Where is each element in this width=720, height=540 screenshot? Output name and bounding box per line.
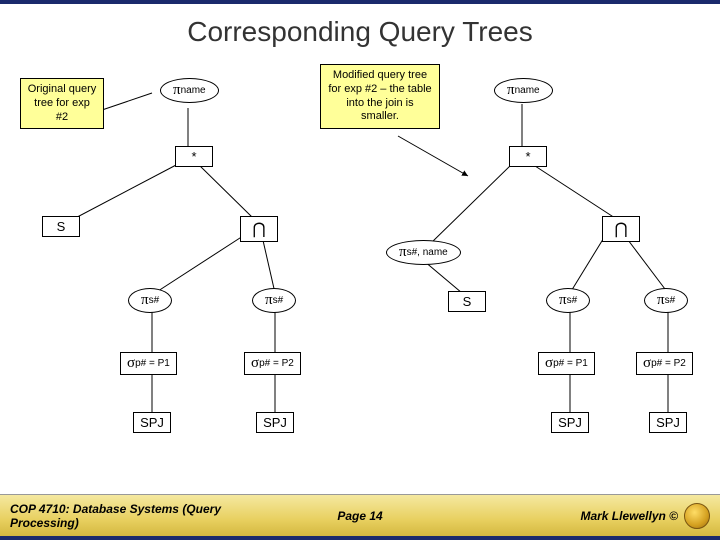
sigma-symbol: σ	[127, 355, 135, 372]
left-sigma-p2: σp# = P2	[244, 352, 301, 375]
left-sigma-p1: σp# = P1	[120, 352, 177, 375]
pi-sub: s#	[567, 295, 578, 306]
right-sigma-p2: σp# = P2	[636, 352, 693, 375]
label-original: Original query tree for exp #2	[20, 78, 104, 129]
pi-sub: name	[515, 85, 540, 96]
left-star: *	[175, 146, 213, 167]
left-spj-1: SPJ	[133, 412, 171, 433]
pi-symbol: π	[507, 82, 515, 99]
sigma-sub: p# = P1	[135, 358, 170, 369]
right-pi-sname: πs#, name	[386, 240, 461, 265]
pi-sub: s#, name	[407, 247, 448, 258]
left-pi-s2: πs#	[252, 288, 296, 313]
page-title: Corresponding Query Trees	[0, 4, 720, 56]
left-pi-name: πname	[160, 78, 219, 103]
left-spj-2: SPJ	[256, 412, 294, 433]
pi-sub: name	[181, 85, 206, 96]
diagram-canvas: Original query tree for exp #2 Modified …	[0, 56, 720, 486]
pi-symbol: π	[173, 82, 181, 99]
sigma-sub: p# = P2	[651, 358, 686, 369]
pi-symbol: π	[265, 292, 273, 309]
pi-symbol: π	[399, 244, 407, 261]
footer: COP 4710: Database Systems (Query Proces…	[0, 494, 720, 536]
pi-sub: s#	[665, 295, 676, 306]
label-modified: Modified query tree for exp #2 – the tab…	[320, 64, 440, 129]
right-intersect: ⋂	[602, 216, 640, 242]
pi-symbol: π	[657, 292, 665, 309]
footer-page: Page 14	[290, 509, 430, 523]
right-pi-name: πname	[494, 78, 553, 103]
left-pi-s1: πs#	[128, 288, 172, 313]
right-spj-1: SPJ	[551, 412, 589, 433]
sigma-symbol: σ	[251, 355, 259, 372]
sigma-symbol: σ	[643, 355, 651, 372]
left-intersect: ⋂	[240, 216, 278, 242]
pi-sub: s#	[273, 295, 284, 306]
right-pi-s2: πs#	[644, 288, 688, 313]
right-s: S	[448, 291, 486, 312]
sigma-sub: p# = P2	[259, 358, 294, 369]
ucf-logo-icon	[684, 503, 710, 529]
pi-sub: s#	[149, 295, 160, 306]
footer-right: Mark Llewellyn ©	[430, 503, 710, 529]
sigma-symbol: σ	[545, 355, 553, 372]
pi-symbol: π	[141, 292, 149, 309]
right-star: *	[509, 146, 547, 167]
footer-left: COP 4710: Database Systems (Query Proces…	[10, 502, 290, 530]
right-spj-2: SPJ	[649, 412, 687, 433]
left-s: S	[42, 216, 80, 237]
footer-author: Mark Llewellyn ©	[580, 509, 678, 523]
right-pi-s1: πs#	[546, 288, 590, 313]
sigma-sub: p# = P1	[553, 358, 588, 369]
right-sigma-p1: σp# = P1	[538, 352, 595, 375]
pi-symbol: π	[559, 292, 567, 309]
